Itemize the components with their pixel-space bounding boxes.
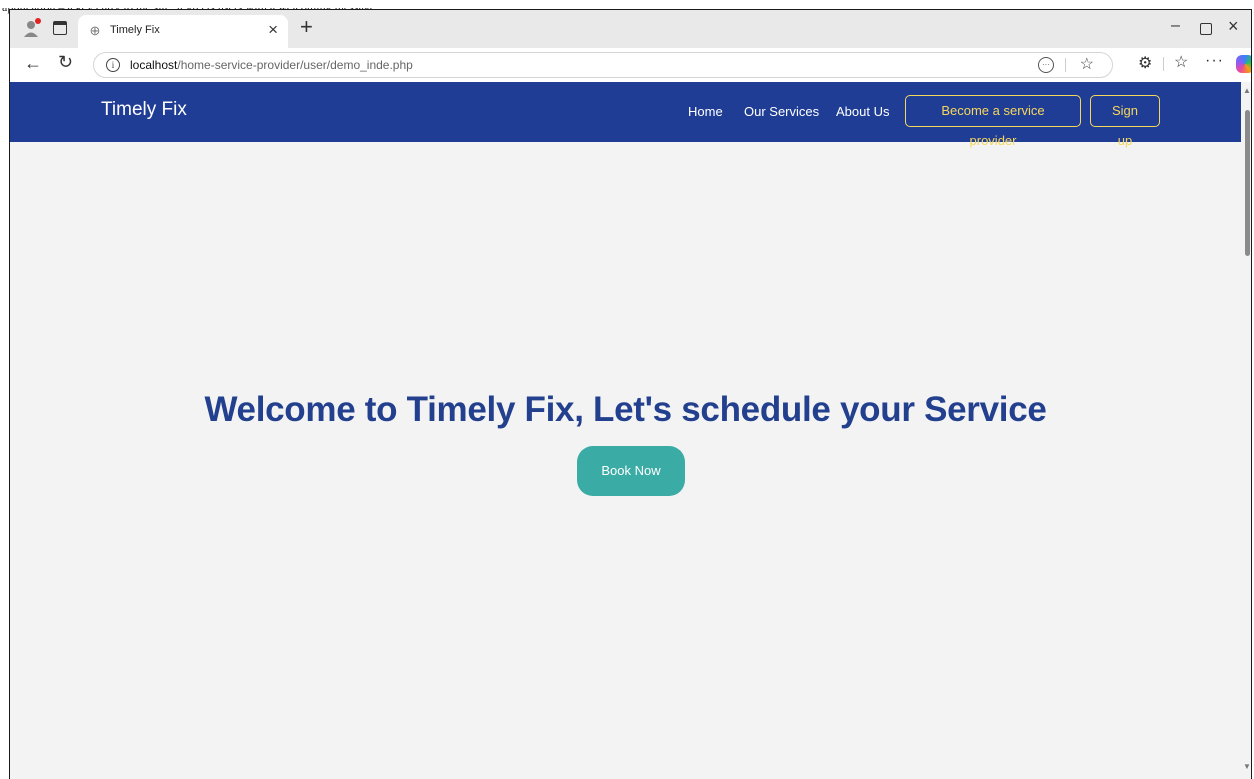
url-path: /home-service-provider/user/demo_inde.ph… [177,58,413,72]
site-brand[interactable]: Timely Fix [101,99,187,121]
reader-icon[interactable]: ··· [1038,57,1054,73]
star-icon[interactable]: ☆ [1080,54,1094,74]
url-host: localhost [130,58,178,72]
page-viewport: Timely Fix Home Our Services About Us Be… [10,82,1241,779]
window-close-icon[interactable]: × [1228,16,1239,37]
scrollbar[interactable]: ▲ ▼ [1241,82,1251,779]
nav-our-services[interactable]: Our Services [744,104,819,119]
more-icon[interactable]: ··· [1205,52,1224,70]
tabs-icon[interactable] [53,21,67,35]
profile-icon[interactable] [22,18,42,38]
browser-window: ⊕ Timely Fix × + – × ← ↻ i localhost/hom… [9,9,1252,779]
maximize-icon[interactable] [1200,23,1212,35]
tab-strip: ⊕ Timely Fix × + – × [10,10,1251,48]
globe-icon: ⊕ [89,23,101,38]
plus-icon[interactable]: + [300,14,313,40]
close-icon[interactable]: × [268,20,278,40]
sign-up-button[interactable]: Sign up [1090,95,1160,148]
scroll-down-icon[interactable]: ▼ [1243,762,1251,771]
favorites-icon[interactable]: ☆ [1174,52,1188,72]
site-header: Timely Fix Home Our Services About Us Be… [10,82,1241,148]
scrollbar-thumb[interactable] [1245,110,1250,256]
tab-active[interactable]: ⊕ Timely Fix × [78,15,288,48]
toolbar-divider [1065,58,1066,72]
extensions-icon[interactable]: ⚙ [1138,53,1152,73]
copilot-icon[interactable] [1236,55,1251,73]
nav-home[interactable]: Home [688,104,723,119]
back-icon[interactable]: ← [24,53,42,74]
info-icon[interactable]: i [106,58,120,72]
nav-about-us[interactable]: About Us [836,104,889,119]
hero-title: Welcome to Timely Fix, Let's schedule yo… [204,390,1047,429]
reload-icon[interactable]: ↻ [58,52,73,73]
tab-title: Timely Fix [110,24,160,36]
toolbar-divider [1163,57,1164,71]
address-bar[interactable]: i localhost/home-service-provider/user/d… [93,52,1113,78]
scroll-up-icon[interactable]: ▲ [1243,86,1251,95]
book-now-button[interactable]: Book Now [577,446,685,496]
browser-toolbar: ← ↻ i localhost/home-service-provider/us… [10,48,1251,82]
minimize-icon[interactable]: – [1171,17,1180,35]
url-text[interactable]: localhost/home-service-provider/user/dem… [130,58,413,72]
become-provider-button[interactable]: Become a service provider [905,95,1081,148]
